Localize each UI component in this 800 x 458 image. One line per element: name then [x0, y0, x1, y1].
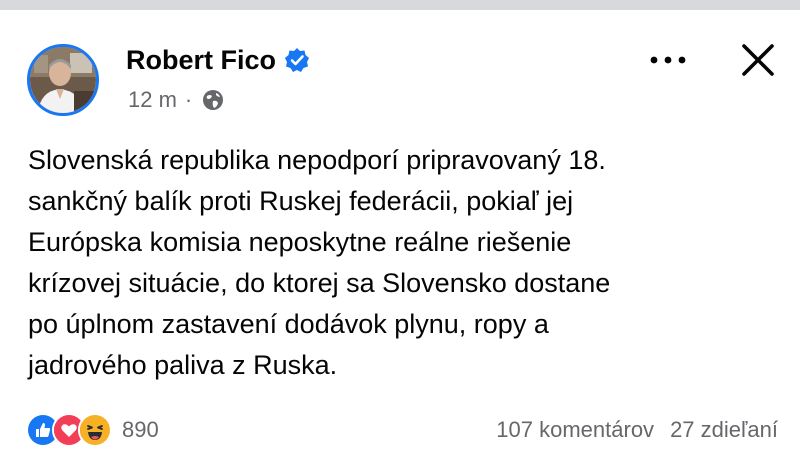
comments-count-link[interactable]: 107 komentárov	[496, 417, 654, 443]
post-stats: 107 komentárov 27 zdieľaní	[496, 413, 778, 447]
post-text-line: Slovenská republika nepodporí pripravova…	[28, 145, 606, 175]
shares-count-link[interactable]: 27 zdieľaní	[670, 417, 778, 443]
more-options-button[interactable]	[640, 40, 696, 80]
post-text-line: Európska komisia neposkytne reálne rieše…	[28, 227, 572, 257]
reaction-count: 890	[122, 417, 159, 442]
reactions-summary[interactable]: 890	[26, 413, 159, 447]
post-text-line: po úplnom zastavení dodávok plynu, ropy …	[28, 309, 549, 339]
meta-separator: ·	[184, 87, 193, 112]
post-timestamp[interactable]: 12 m	[128, 87, 177, 113]
globe-icon	[202, 89, 224, 111]
post-text-line: krízovej situácie, do ktorej sa Slovensk…	[28, 268, 611, 298]
haha-icon	[78, 413, 112, 447]
verified-badge-icon	[284, 47, 310, 73]
close-button[interactable]	[730, 32, 786, 88]
author-avatar[interactable]	[27, 44, 99, 116]
post-text-line: sankčný balík proti Ruskej federácii, po…	[28, 186, 574, 216]
post-text: Slovenská republika nepodporí pripravova…	[28, 140, 788, 386]
post-text-line: jadrového paliva z Ruska.	[28, 350, 338, 380]
close-icon	[742, 44, 774, 76]
author-name[interactable]: Robert Fico	[126, 45, 276, 76]
more-dots-icon	[650, 56, 686, 64]
top-divider	[0, 0, 800, 10]
